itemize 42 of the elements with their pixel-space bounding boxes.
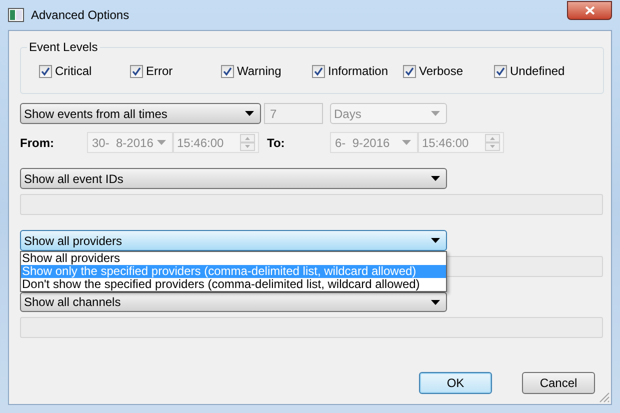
close-icon [584, 6, 594, 15]
time-range-dropdown[interactable]: Show events from all times [20, 103, 261, 124]
check-icon [405, 66, 414, 76]
from-label: From: [20, 134, 55, 152]
event-ids-dropdown[interactable]: Show all event IDs [20, 168, 447, 189]
dialog-button[interactable]: OK [419, 372, 492, 394]
app-icon [8, 8, 24, 22]
checkbox[interactable]: Critical [39, 62, 130, 80]
dialog-button[interactable]: Cancel [522, 372, 595, 394]
checkbox-box[interactable] [39, 64, 52, 78]
caret-icon [157, 140, 166, 145]
checkbox[interactable]: Error [130, 62, 221, 80]
dropdown-option[interactable]: Show all providers [21, 252, 446, 265]
checkbox-box[interactable] [221, 64, 234, 78]
text-field[interactable] [20, 317, 603, 338]
checkbox[interactable]: Information [312, 62, 403, 80]
check-icon [223, 66, 232, 76]
caret-icon [245, 111, 254, 116]
close-button[interactable] [567, 1, 612, 20]
resize-grip-icon[interactable] [598, 391, 610, 403]
caret-icon [431, 238, 440, 243]
window-title: Advanced Options [31, 7, 130, 24]
checkbox[interactable]: Verbose [403, 62, 494, 80]
to-label: To: [267, 134, 286, 152]
checkbox-box[interactable] [130, 64, 143, 78]
checkbox-box[interactable] [403, 64, 416, 78]
checkbox-box[interactable] [312, 64, 325, 78]
checkbox-box[interactable] [494, 64, 507, 78]
check-icon [314, 66, 323, 76]
check-icon [132, 66, 141, 76]
channels-dropdown[interactable]: Show all channels [20, 292, 447, 312]
check-icon [496, 66, 505, 76]
text-field[interactable] [20, 194, 603, 215]
caret-icon [431, 300, 440, 304]
checkbox[interactable]: Undefined [494, 62, 585, 80]
caret-icon [431, 176, 440, 181]
caret-icon [402, 140, 411, 145]
caret-icon [431, 111, 440, 116]
checkbox[interactable]: Warning [221, 62, 312, 80]
providers-dropdown[interactable]: Show all providers [20, 230, 447, 251]
check-icon [41, 66, 50, 76]
dropdown-option[interactable]: Don't show the specified providers (comma-delimited list, wildcard allowed) [21, 278, 446, 291]
